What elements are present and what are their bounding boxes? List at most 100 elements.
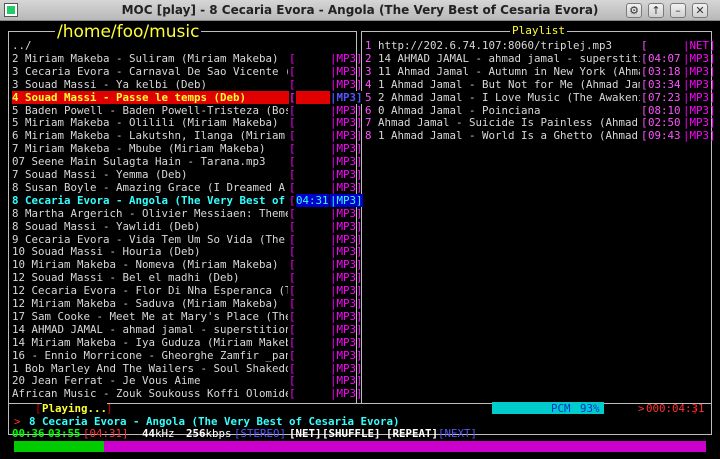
time-bracket: [ <box>289 258 296 272</box>
file-item[interactable]: 10 Souad Massi - Houria (Deb) [|MP3] <box>12 245 363 258</box>
file-item[interactable]: 10 Miriam Makeba - Nomeva (Miriam Makeba… <box>12 258 363 272</box>
playlist-item-title: 1 Ahmad Jamal - World Is a Ghetto (Ahmad… <box>378 129 640 143</box>
minimize-icon[interactable]: – <box>670 3 686 18</box>
file-item[interactable]: 12 Cecaria Evora - Flor Di Nha Esperanca… <box>12 284 363 297</box>
time-bracket: [ <box>289 374 296 388</box>
file-item[interactable]: 1 Bob Marley And The Wailers - Soul Shak… <box>12 361 363 375</box>
file-item[interactable]: 12 Miriam Makeba - Saduva (Miriam Makeba… <box>12 297 363 310</box>
file-format: |MP3] <box>330 361 363 375</box>
status-bracket-right: ] <box>106 402 113 415</box>
flag-stereo[interactable]: [STEREO] <box>234 427 286 440</box>
remaining-time: 03:55 <box>48 427 81 440</box>
file-item[interactable]: 7 Souad Massi - Yemma (Deb) [|MP3] <box>12 168 363 181</box>
file-item[interactable]: 5 Miriam Makeba - Olilili (Miriam Makeba… <box>12 116 363 129</box>
file-item[interactable]: 9 Cecaria Evora - Vida Tem Um So Vida (T… <box>12 232 363 246</box>
flag-next[interactable]: [NEXT] <box>438 427 477 440</box>
file-title: African Music - Zouk Soukouss Koffi Olom… <box>12 387 288 401</box>
file-item[interactable]: 8 Souad Massi - Yawlidi (Deb) [|MP3] <box>12 219 363 233</box>
flag-net-label: NET <box>295 427 316 440</box>
window-title: MOC [play] - 8 Cecaria Evora - Angola (T… <box>121 3 599 17</box>
playlist-item-time: 04:07 <box>648 51 681 65</box>
flag-repeat[interactable]: [REPEAT] <box>386 427 438 440</box>
time-bracket: [ <box>289 180 296 194</box>
flag-stereo-label: STEREO <box>240 427 280 440</box>
maximize-icon[interactable]: ↑ <box>648 3 664 18</box>
playlist-item-format: |MP3] <box>683 129 716 143</box>
terminal: /home/foo/music Playlist ../2 Miriam Mak… <box>2 22 718 459</box>
file-title: 5 Baden Powell - Baden Powell-Tristeza (… <box>12 103 288 117</box>
time-bracket: [ <box>289 232 296 246</box>
file-item[interactable]: 14 AHMAD JAMAL - ahmad jamal - superstit… <box>12 323 363 336</box>
time-bracket: [ <box>289 90 296 104</box>
file-format: |MP3] <box>330 168 363 181</box>
file-item[interactable]: 20 Jean Ferrat - Je Vous Aime [|MP3] <box>12 374 363 388</box>
mixer-value: 93% <box>580 402 600 415</box>
rate-unit: kHz <box>155 427 175 440</box>
playlist-item-number: 6 <box>365 103 372 117</box>
time-bracket: [ <box>641 77 648 91</box>
flag-shuffle-label: SHUFFLE <box>328 427 375 440</box>
file-item[interactable]: 5 Baden Powell - Baden Powell-Tristeza (… <box>12 103 363 117</box>
flag-shuffle[interactable]: [SHUFFLE] <box>322 427 381 440</box>
menu-icon[interactable]: ⚙ <box>626 3 642 18</box>
playlist-item[interactable]: 1 http://202.6.74.107:8060/triplej.mp3 [|N… <box>365 39 716 52</box>
file-item[interactable]: 16 - Ennio Morricone - Gheorghe Zamfir _… <box>12 349 363 362</box>
progress-bar-remaining[interactable] <box>104 441 706 452</box>
flag-repeat-label: REPEAT <box>392 427 432 440</box>
playlist-item[interactable]: 8 1 Ahmad Jamal - World Is a Ghetto (Ahma… <box>365 129 716 143</box>
file-item[interactable]: 3 Souad Massi - Ya kelbi (Deb) [|MP3] <box>12 77 363 91</box>
flag-net[interactable]: [NET] <box>289 427 322 440</box>
file-item[interactable]: 3 Cecaria Evora - Carnaval De Sao Vicent… <box>12 64 363 78</box>
file-item[interactable]: 12 Souad Massi - Bel el madhi (Deb) [|MP3… <box>12 271 363 284</box>
file-item[interactable]: 2 Miriam Makeba - Suliram (Miriam Makeba… <box>12 51 363 65</box>
playlist-item[interactable]: 6 0 Ahmad Jamal - Poinciana [08:10 |MP3] <box>365 103 716 117</box>
playlist-title: Playlist <box>510 24 567 37</box>
flag-next-label: NEXT <box>444 427 471 440</box>
file-format: |MP3] <box>330 322 363 336</box>
time-bracket: [ <box>289 77 296 91</box>
playlist-item[interactable]: 3 11 Ahmad Jamal - Autumn in New York (Ah… <box>365 64 716 78</box>
playlist-item[interactable]: 5 2 Ahmad Jamal - I Love Music (The Awake… <box>365 91 716 104</box>
close-icon[interactable]: ✕ <box>692 3 708 18</box>
file-item[interactable]: 8 Cecaria Evora - Angola (The Very Best … <box>12 193 363 207</box>
playlist-item-format: |MP3] <box>683 103 716 117</box>
time-bracket: [ <box>289 103 296 117</box>
file-item[interactable]: 07 Seene Main Sulagta Hain - Tarana.mp3 [… <box>12 155 363 168</box>
file-item[interactable]: 8 Susan Boyle - Amazing Grace (I Dreamed… <box>12 180 363 194</box>
play-state: Playing... <box>42 402 108 415</box>
file-item[interactable]: 8 Martha Argerich - Olivier Messiaen: Th… <box>12 206 363 220</box>
time-bracket: [ <box>289 335 296 349</box>
file-title: 14 Miriam Makeba - Iya Guduza (Miriam Ma… <box>12 335 288 349</box>
playlist-item[interactable]: 4 1 Ahmad Jamal - But Not for Me (Ahmad J… <box>365 77 716 91</box>
file-format: |MP3] <box>330 116 363 130</box>
playlist-item-format: |MP3] <box>683 51 716 65</box>
file-format: |MP3] <box>330 180 363 194</box>
file-item-selected[interactable]: 4 Souad Massi - Passe le temps (Deb) [|MP… <box>12 90 363 104</box>
rate-value: 44 <box>142 427 156 440</box>
file-item[interactable]: 6 Miriam Makeba - Lakutshn, Ilanga (Miri… <box>12 129 363 142</box>
playlist-item-title: Ahmad Jamal - Suicide Is Painless (Ahmad… <box>378 116 640 130</box>
playlist-item-time: 03:34 <box>648 77 681 91</box>
file-item[interactable]: 14 Miriam Makeba - Iya Guduza (Miriam Ma… <box>12 335 363 349</box>
time-bracket: [ <box>641 64 648 78</box>
status-bracket-left: [ <box>35 402 42 415</box>
progress-bar-elapsed[interactable] <box>14 441 104 452</box>
file-title: 8 Souad Massi - Yawlidi (Deb) <box>12 219 201 233</box>
time-bracket: [ <box>289 64 296 78</box>
time-bracket: [ <box>289 51 296 65</box>
file-format: |MP3] <box>330 90 363 104</box>
time-bracket: [ <box>289 206 296 220</box>
playlist-item-number: 4 <box>365 77 372 91</box>
playlist-item-format: |NET] <box>683 39 716 52</box>
file-format: |MP3] <box>330 284 363 298</box>
file-item[interactable]: 7 Miriam Makeba - Mbube (Miriam Makeba) [… <box>12 142 363 155</box>
playlist-item[interactable]: 2 14 AHMAD JAMAL - ahmad jamal - supersti… <box>365 51 716 65</box>
time-bracket: [ <box>289 361 296 375</box>
time-bracket: [ <box>641 116 648 130</box>
file-item[interactable]: African Music - Zouk Soukouss Koffi Olom… <box>12 387 363 401</box>
file-format: |MP3] <box>330 103 363 117</box>
playlist-item[interactable]: 7 Ahmad Jamal - Suicide Is Painless (Ahma… <box>365 116 716 130</box>
time-bracket: [ <box>289 168 296 181</box>
parent-dir-item[interactable]: ../ <box>12 39 352 52</box>
file-item[interactable]: 17 Sam Cooke - Meet Me at Mary's Place (… <box>12 310 363 323</box>
